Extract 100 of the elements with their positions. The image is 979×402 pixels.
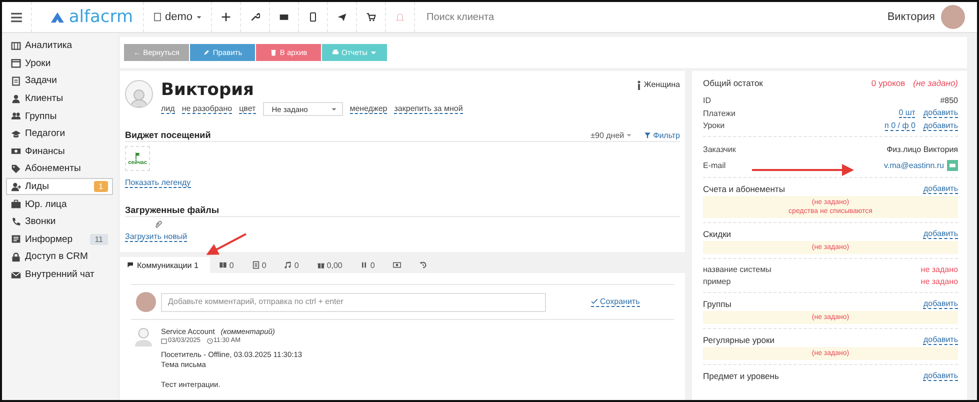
cart-button[interactable] — [366, 12, 376, 22]
check-icon — [591, 298, 598, 305]
sidebar-item[interactable]: Финансы — [6, 142, 113, 160]
add-link[interactable]: добавить — [923, 370, 958, 380]
printer-icon — [332, 49, 339, 56]
filter-button[interactable]: Фильтр — [644, 130, 680, 140]
sidebar-item[interactable]: Аналитика — [6, 37, 113, 55]
document-icon — [252, 261, 260, 269]
people-icon — [11, 111, 21, 122]
field-value: Физ.лицо Виктория — [886, 144, 958, 154]
sidebar-label: Юр. лица — [25, 198, 68, 210]
phone-icon — [11, 216, 21, 227]
sidebar-label: Звонки — [25, 216, 57, 228]
sidebar-item[interactable]: Задачи — [6, 72, 113, 90]
user-name[interactable]: Виктория — [887, 11, 935, 23]
avatar-placeholder — [136, 292, 156, 312]
flag-icon — [134, 152, 142, 160]
email-link[interactable]: v.ma@eastinn.ru — [884, 160, 944, 170]
field-value: не задано — [920, 264, 958, 274]
value-link[interactable]: п 0 / ф 0 — [884, 120, 916, 131]
branch-dropdown[interactable]: demo — [153, 11, 202, 23]
sidebar-label: Информер — [25, 234, 74, 245]
cart-icon — [366, 12, 376, 22]
add-link[interactable]: добавить — [923, 108, 958, 118]
wrench-button[interactable] — [250, 12, 260, 22]
comment-field[interactable]: Добавьте комментарий, отправка по ctrl + enter — [161, 292, 546, 312]
gift-icon — [316, 261, 325, 269]
tab[interactable]: Коммуникации 1 — [120, 257, 210, 273]
field-link[interactable]: менеджер — [350, 104, 388, 114]
sidebar-label: Задачи — [25, 75, 58, 86]
sidebar-item[interactable]: Звонки — [6, 212, 113, 231]
field-label: название системы — [703, 264, 772, 274]
sidebar-item[interactable]: Доступ в CRM — [6, 248, 113, 266]
person-add-icon — [11, 182, 21, 192]
sidebar-item[interactable]: Лиды 1 — [6, 178, 113, 196]
balance-status: (не задано) — [913, 78, 958, 88]
field-label: Заказчик — [703, 144, 736, 154]
field-link[interactable]: закрепить за мной — [394, 104, 463, 114]
clock-icon — [206, 338, 213, 344]
send-button[interactable] — [336, 12, 347, 22]
wrench-icon — [250, 12, 260, 22]
field-link[interactable]: лид — [161, 104, 175, 114]
caret-icon — [626, 132, 632, 138]
count-badge: 1 — [94, 181, 108, 192]
caret-icon — [330, 106, 337, 112]
tab[interactable]: 0 — [210, 257, 243, 273]
field-link[interactable]: не разобрано — [182, 104, 232, 114]
legend-link[interactable]: Показать легенду — [125, 178, 191, 188]
field-label: Уроки — [703, 121, 725, 130]
field-value: #850 — [940, 96, 958, 106]
lock-icon — [11, 252, 21, 262]
sidebar-label: Клиенты — [25, 93, 64, 104]
pause-icon — [360, 261, 368, 269]
sidebar-item[interactable]: Клиенты — [6, 90, 113, 108]
sidebar-label: Аналитика — [25, 40, 74, 52]
sidebar-item[interactable]: Юр. лица — [6, 195, 113, 213]
tab[interactable]: 0,00 — [308, 257, 352, 273]
plus-button[interactable] — [220, 12, 231, 22]
banknote-icon — [11, 146, 21, 156]
person-icon — [11, 94, 21, 104]
section-title: Предмет и уровень — [703, 370, 779, 380]
upload-link[interactable]: Загрузить новый — [125, 232, 188, 242]
section-title: Регулярные уроки — [703, 334, 774, 344]
tab[interactable]: 0 — [351, 257, 384, 273]
gender-label: Женщина — [644, 80, 680, 89]
sidebar-label: Финансы — [25, 146, 66, 157]
add-link[interactable]: добавить — [923, 334, 958, 344]
add-link[interactable]: добавить — [923, 228, 958, 238]
add-link[interactable]: добавить — [923, 120, 958, 131]
sidebar-label: Внутренний чат — [25, 269, 96, 280]
save-link[interactable]: Сохранить — [591, 297, 640, 307]
tag-icon — [11, 164, 21, 174]
range-dropdown[interactable]: ±90 дней — [590, 130, 632, 140]
sidebar-item[interactable]: Внутренний чат — [6, 266, 113, 284]
caret-icon — [370, 49, 378, 56]
tab[interactable]: 0 — [242, 257, 276, 273]
lesson-balance: 0 уроков — [871, 78, 906, 88]
field-label: Платежи — [703, 108, 736, 118]
menu-icon — [10, 10, 23, 24]
section-title: Загруженные файлы — [125, 205, 220, 215]
sidebar-item[interactable]: Абонементы — [6, 160, 113, 178]
send-icon — [336, 12, 347, 22]
sidebar-item[interactable]: Уроки — [6, 54, 113, 72]
add-link[interactable]: добавить — [923, 298, 958, 308]
phone-button[interactable] — [308, 12, 318, 22]
sidebar-item[interactable]: Группы — [6, 107, 113, 125]
music-note-icon — [284, 261, 292, 269]
field-link[interactable]: цвет — [239, 104, 256, 114]
sidebar-item[interactable]: Педагоги — [6, 124, 113, 143]
chat-icon — [127, 261, 135, 269]
tab[interactable]: 0 — [275, 257, 308, 273]
value-link[interactable]: 0 шт — [898, 108, 916, 118]
sidebar-item[interactable]: Информер 11 — [6, 230, 113, 248]
phone-icon — [308, 12, 318, 22]
person-silhouette-icon — [129, 87, 149, 107]
panel-title: Общий остаток — [703, 78, 763, 88]
add-link[interactable]: добавить — [923, 184, 958, 194]
funnel-icon — [644, 132, 652, 138]
calendar-icon — [11, 58, 21, 68]
paperclip-icon — [154, 220, 163, 229]
